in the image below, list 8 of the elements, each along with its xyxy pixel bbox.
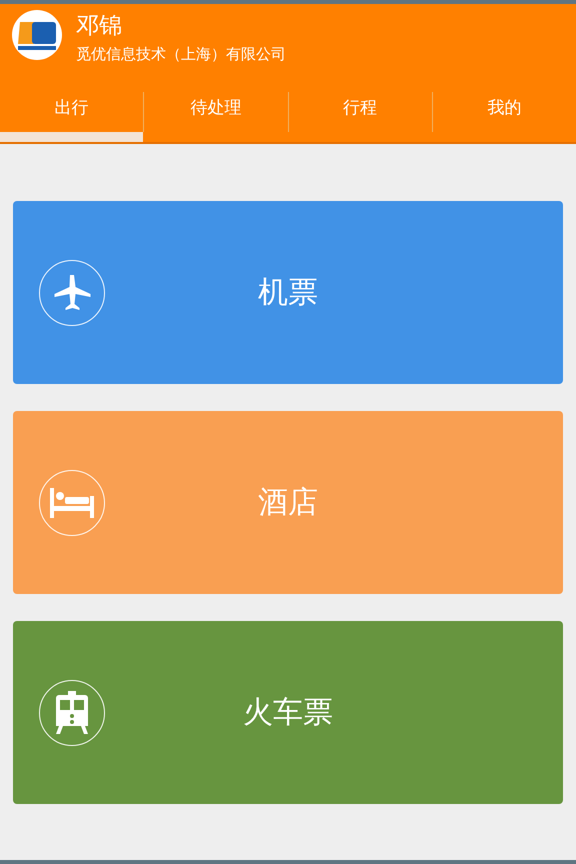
- train-icon: [55, 690, 89, 734]
- service-card[interactable]: 酒店: [13, 411, 563, 594]
- bed-icon: [50, 488, 94, 518]
- company-name: 觅优信息技术（上海）有限公司: [76, 45, 286, 64]
- service-card[interactable]: 火车票: [13, 621, 563, 804]
- service-card[interactable]: 机票: [13, 201, 563, 384]
- logo-icon: [12, 10, 62, 60]
- user-name: 邓锦: [76, 12, 123, 41]
